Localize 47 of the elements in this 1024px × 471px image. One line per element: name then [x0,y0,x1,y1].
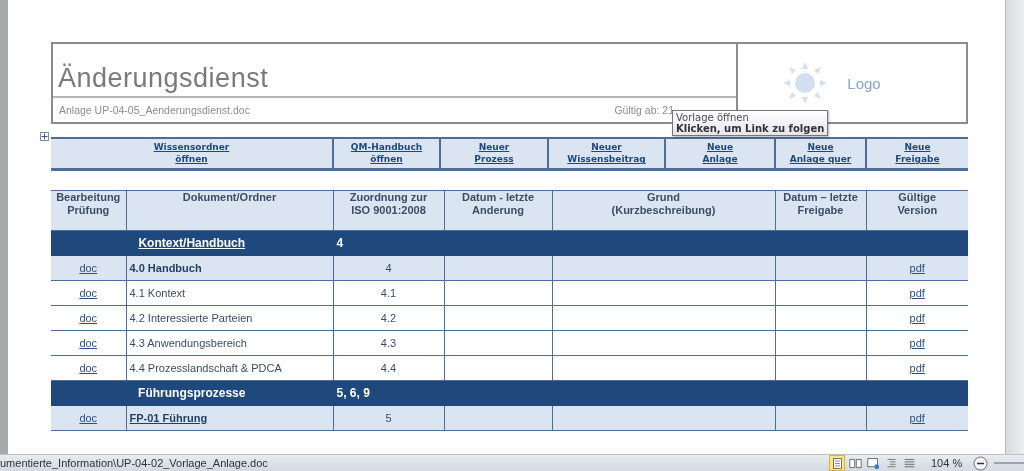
scrollbar[interactable] [1005,0,1024,454]
sun-icon [783,62,828,104]
file-path: umentierte_Information\UP-04-02_Vorlage_Anlage.doc [0,457,268,469]
column-header: Gültige Version [866,190,968,230]
pdf-link[interactable]: pdf [909,361,925,374]
document-name: 4.3 Anwendungsbereich [129,336,247,349]
iso-number: 4.4 [380,361,397,374]
page-view-icon[interactable] [829,455,845,471]
column-header: Dokument/Ordner [126,190,333,230]
document-name: 4.4 Prozesslandschaft & PDCA [129,361,282,374]
valid-from: Gültig ab: 21 [614,104,674,116]
zoom-level: 104 % [931,457,964,469]
document-title: Änderungsdienst [58,63,269,94]
column-header: Datum – letzte Freigabe [775,190,866,230]
iso-number: 5 [385,411,392,424]
doc-link[interactable]: doc [79,311,98,324]
move-handle-icon[interactable] [40,132,49,141]
document-name: 4.2 Interessierte Parteien [129,311,253,324]
doc-link[interactable]: doc [79,411,98,424]
logo-text: Logo [847,74,881,92]
iso-number: 4 [385,261,392,274]
pdf-link[interactable]: pdf [909,311,925,324]
doc-link[interactable]: doc [79,261,98,274]
pdf-link[interactable]: pdf [909,286,925,299]
pdf-link[interactable]: pdf [909,261,925,274]
doc-link[interactable]: doc [79,286,98,299]
section-number: 4 [336,235,344,250]
section-number: 5, 6, 9 [336,385,370,400]
doc-link[interactable]: doc [79,361,98,374]
document-name: 4.1 Kontext [129,286,186,299]
column-header: Zuordnung zur ISO 9001:2008 [333,190,444,230]
column-header: Grund (Kurzbeschreibung) [552,190,775,230]
doc-link[interactable]: doc [79,336,98,349]
section-title: Führungsprozesse [138,385,246,400]
document-link[interactable]: FP-01 Führung [129,411,208,424]
iso-number: 4.1 [380,286,397,299]
iso-number: 4.2 [380,311,397,324]
pdf-link[interactable]: pdf [909,336,925,349]
document-name: 4.0 Handbuch [129,261,202,274]
file-name: Anlage UP-04-05_Aenderungsdienst.doc [59,104,250,116]
column-header: Bearbeitung Prüfung [51,190,126,230]
column-header: Datum - letzte Anderung [444,190,552,230]
tooltip: Vorlage öffnen Klicken, um Link zu folgen [672,110,829,136]
zoom-out-icon[interactable] [973,455,988,471]
iso-number: 4.3 [380,336,397,349]
web-view-icon[interactable] [865,455,881,471]
pdf-link[interactable]: pdf [909,411,925,424]
